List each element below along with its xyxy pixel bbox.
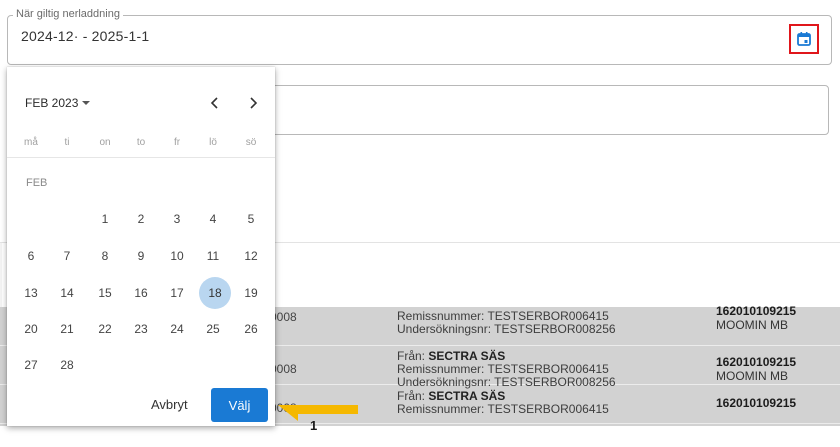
month-short-label: FEB — [26, 177, 48, 189]
previous-month-button[interactable] — [205, 93, 225, 113]
panel-edge — [0, 243, 2, 307]
select-button[interactable]: Välj — [211, 388, 268, 422]
download-validity-field[interactable]: När giltig nerladdning 2024-12· - 2025-1… — [7, 8, 832, 65]
cancel-button[interactable]: Avbryt — [151, 397, 188, 412]
day-cell[interactable]: 3 — [160, 206, 194, 232]
day-cell[interactable]: 28 — [50, 352, 84, 378]
day-cell[interactable]: 27 — [14, 352, 48, 378]
weekday-divider — [7, 157, 275, 158]
day-cell[interactable]: 21 — [50, 316, 84, 342]
day-cell[interactable]: 11 — [196, 243, 230, 269]
patient-name: MOOMIN MB — [716, 369, 788, 383]
day-cell[interactable]: 22 — [88, 316, 122, 342]
date-range-value[interactable]: 2024-12· - 2025-1-1 — [21, 28, 149, 44]
patient-id: 162010109215 — [716, 304, 797, 318]
patient-id: 162010109215 — [716, 396, 797, 410]
day-cell[interactable]: 24 — [160, 316, 194, 342]
download-validity-legend: När giltig nerladdning — [13, 8, 123, 20]
day-cell[interactable]: 26 — [234, 316, 268, 342]
day-cell[interactable]: 16 — [124, 280, 158, 306]
examination-number: Undersökningsnr: TESTSERBOR008256 — [397, 322, 616, 336]
day-cell[interactable]: 1 — [88, 206, 122, 232]
referral-number: Remissnummer: TESTSERBOR006415 — [397, 402, 609, 416]
weekday-header: on — [99, 137, 111, 148]
chevron-right-icon — [250, 97, 258, 109]
row-patient: 162010109215 — [716, 396, 796, 410]
day-cell[interactable]: 23 — [124, 316, 158, 342]
day-cell[interactable]: 7 — [50, 243, 84, 269]
row-patient: 162010109215 MOOMIN MB — [716, 355, 796, 383]
row-details: Från: SECTRA SÄS Remissnummer: TESTSERBO… — [397, 350, 616, 389]
row-details: Från: SECTRA SÄS Remissnummer: TESTSERBO… — [397, 390, 609, 416]
weekday-header: ti — [64, 137, 70, 148]
chevron-left-icon — [210, 97, 218, 109]
day-cell[interactable]: 25 — [196, 316, 230, 342]
callout-arrow-icon — [278, 405, 358, 421]
next-month-button[interactable] — [243, 93, 263, 113]
day-cell[interactable]: 2 — [124, 206, 158, 232]
from-label: Från: — [397, 349, 426, 363]
weekday-header: to — [136, 137, 146, 148]
month-year-selector[interactable]: FEB 2023 — [25, 96, 91, 110]
day-cell[interactable]: 12 — [234, 243, 268, 269]
from-label: Från: — [397, 389, 426, 403]
day-cell[interactable]: 14 — [50, 280, 84, 306]
day-cell[interactable]: 10 — [160, 243, 194, 269]
day-cell[interactable]: 17 — [160, 280, 194, 306]
weekday-header: sö — [245, 137, 257, 148]
datepicker-popup: FEB 2023 må ti on to fr lö sö FEB 1 2 3 … — [7, 67, 275, 426]
from-value: SECTRA SÄS — [428, 349, 506, 363]
weekday-header: lö — [209, 137, 217, 148]
day-cell[interactable]: 19 — [234, 280, 268, 306]
weekday-header: fr — [173, 137, 181, 148]
from-value: SECTRA SÄS — [428, 389, 506, 403]
day-cell[interactable]: 5 — [234, 206, 268, 232]
patient-id: 162010109215 — [716, 355, 797, 369]
day-cell[interactable]: 20 — [14, 316, 48, 342]
day-cell[interactable]: 6 — [14, 243, 48, 269]
day-cell[interactable]: 13 — [14, 280, 48, 306]
calendar-icon — [797, 32, 811, 46]
day-cell[interactable]: 15 — [88, 280, 122, 306]
month-year-label: FEB 2023 — [25, 96, 79, 110]
day-cell[interactable]: 9 — [124, 243, 158, 269]
caret-down-icon — [82, 101, 91, 105]
calendar-button[interactable] — [789, 24, 819, 54]
patient-name: MOOMIN MB — [716, 318, 788, 332]
row-details: Remissnummer: TESTSERBOR006415 Undersökn… — [397, 310, 616, 336]
day-cell-selected[interactable]: 18 — [199, 277, 231, 309]
weekday-header: må — [24, 137, 38, 148]
day-cell[interactable]: 8 — [88, 243, 122, 269]
row-patient: 162010109215 MOOMIN MB — [716, 304, 796, 332]
day-cell[interactable]: 4 — [196, 206, 230, 232]
